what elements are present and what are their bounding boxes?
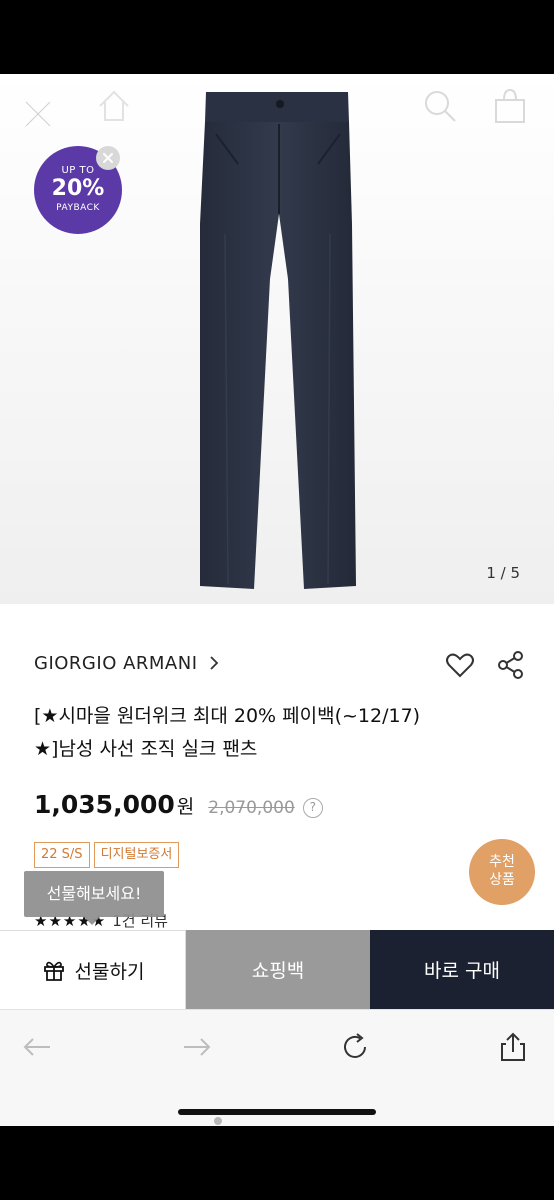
currency: 원 [176,796,195,818]
heart-icon[interactable] [445,650,475,680]
shopping-bag-icon[interactable] [490,86,530,126]
browser-toolbar [0,1009,554,1126]
product-title-line2: ★]남성 사선 조직 실크 팬츠 [34,738,258,760]
product-page: UP TO 20% PAYBACK 1 / 5 GIORGIO ARMANI [… [0,74,554,1126]
phone-screen: UP TO 20% PAYBACK 1 / 5 GIORGIO ARMANI [… [0,0,554,1200]
buy-now-button[interactable]: 바로 구매 [370,930,554,1009]
brand-link[interactable]: GIORGIO ARMANI [34,650,220,676]
badge-line3: PAYBACK [56,203,100,213]
gift-icon [43,961,64,981]
badge-percent: 20% [51,176,105,201]
original-price: 2,070,000 [208,798,295,818]
price-row: 1,035,000 원 2,070,000 ? [34,790,323,820]
recommend-line2: 상품 [489,872,515,888]
home-indicator[interactable] [178,1109,376,1115]
page-dot [214,1117,222,1125]
sale-price: 1,035,000 [34,790,175,819]
season-tag: 22 S/S [34,842,90,868]
home-icon[interactable] [94,86,134,126]
recommend-line1: 추천 [489,854,515,870]
image-pager: 1 / 5 [486,564,520,582]
price-help-icon[interactable]: ? [302,798,323,818]
close-icon[interactable] [18,94,58,134]
buy-now-label: 바로 구매 [424,960,500,982]
add-to-bag-button[interactable]: 쇼핑백 [186,930,370,1009]
share-icon[interactable] [496,650,526,680]
product-tags: 22 S/S 디지털보증서 [34,842,180,868]
product-image-carousel[interactable]: UP TO 20% PAYBACK 1 / 5 [0,74,554,604]
brand-name: GIORGIO ARMANI [34,652,198,674]
digital-certificate-tag: 디지털보증서 [93,842,180,868]
product-title-line1: [★시마을 원더위크 최대 20% 페이백(~12/17) [34,705,421,727]
gift-tooltip: 선물해보세요! [24,871,164,925]
share-upload-icon[interactable] [496,1030,530,1064]
chevron-right-icon [209,656,218,670]
badge-close-icon[interactable] [96,146,120,170]
gift-button-label: 선물하기 [74,960,145,983]
add-to-bag-label: 쇼핑백 [251,960,305,982]
back-arrow-icon[interactable] [20,1030,54,1064]
product-title: [★시마을 원더위크 최대 20% 페이백(~12/17) ★]남성 사선 조직… [34,700,534,766]
forward-arrow-icon[interactable] [180,1030,214,1064]
recommended-products-button[interactable]: 추천 상품 [469,839,535,905]
search-icon[interactable] [420,86,460,126]
purchase-bar: 선물하기 쇼핑백 바로 구매 [0,930,554,1009]
reload-icon[interactable] [338,1030,372,1064]
gift-button[interactable]: 선물하기 [0,930,186,1009]
